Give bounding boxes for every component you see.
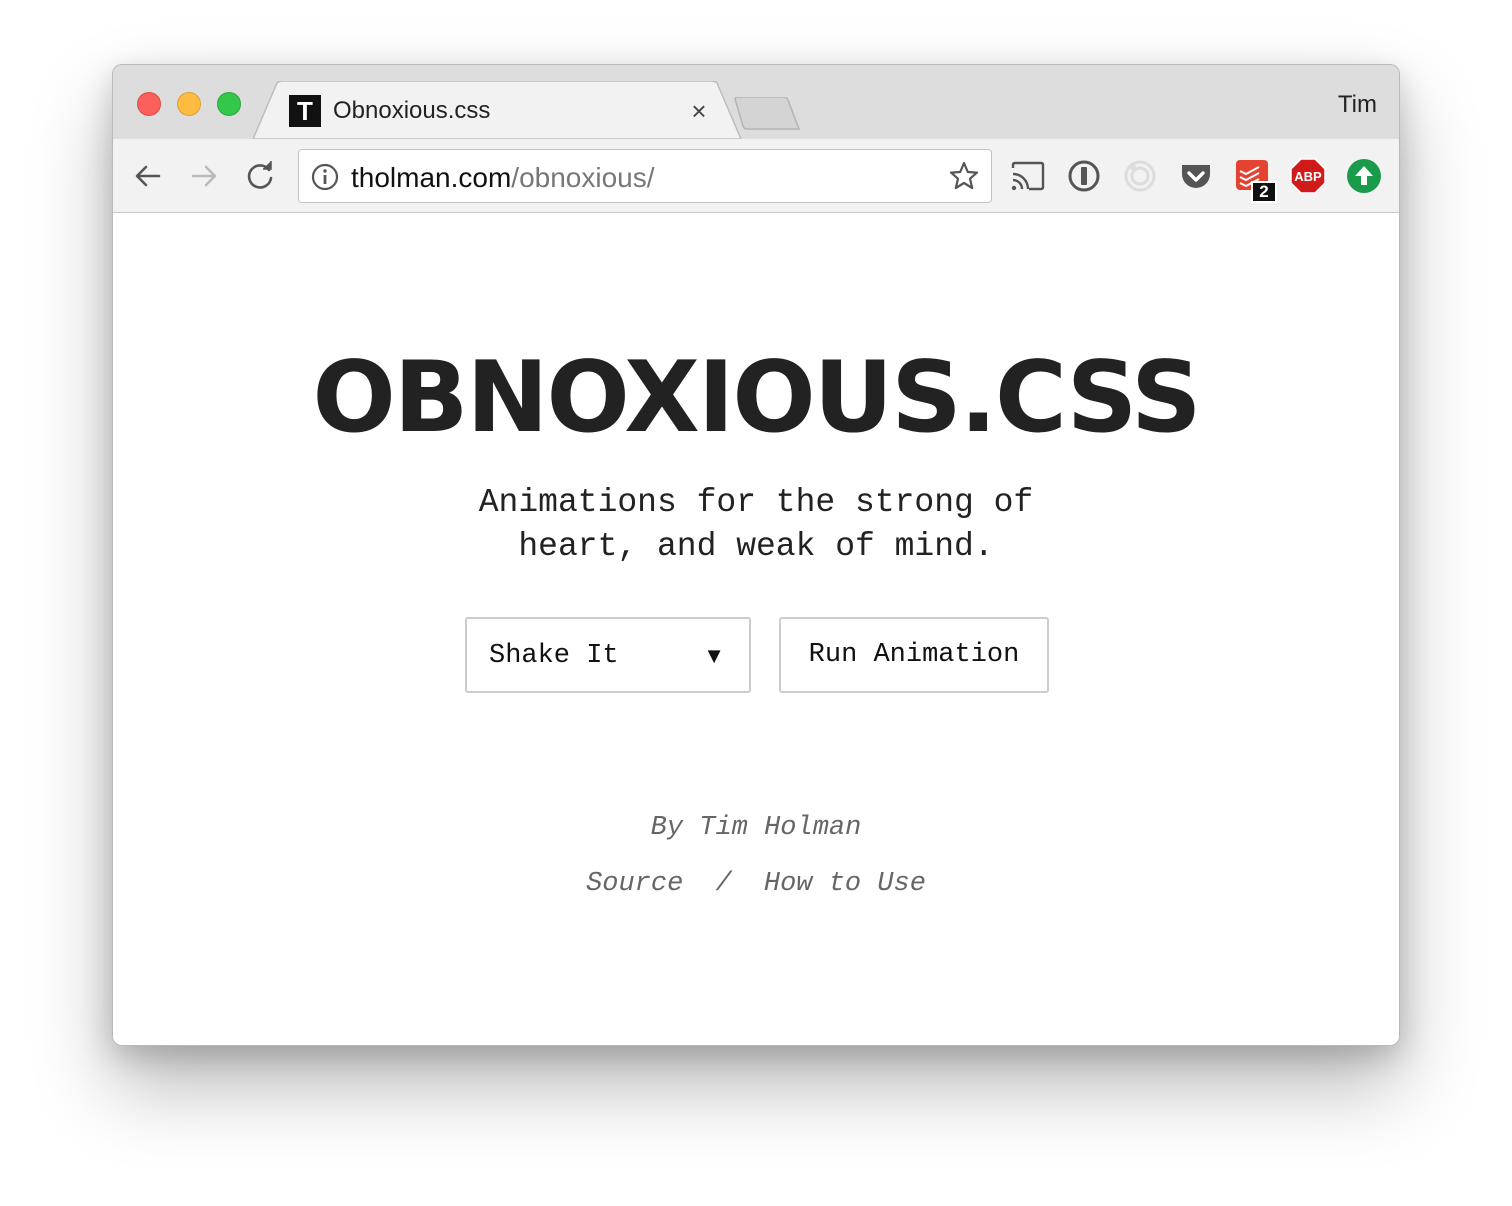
1password-icon[interactable]	[1065, 157, 1103, 195]
browser-window: T Obnoxious.css × Tim tholman.com/obnoxi…	[112, 64, 1400, 1046]
footer-links: Source / How to Use	[113, 869, 1399, 899]
tab-strip: T Obnoxious.css × Tim	[113, 65, 1399, 141]
reload-icon[interactable]	[243, 159, 277, 193]
tab-close-icon[interactable]: ×	[685, 97, 713, 125]
tab-title[interactable]: Obnoxious.css	[333, 97, 490, 125]
info-icon[interactable]	[311, 163, 339, 191]
todoist-badge: 2	[1251, 181, 1277, 203]
abp-label: ABP	[1294, 169, 1322, 184]
window-close-button[interactable]	[137, 92, 161, 116]
active-tab[interactable]	[253, 81, 743, 141]
tagline-line-2: heart, and weak of mind.	[518, 528, 994, 565]
new-tab-button[interactable]	[733, 97, 803, 131]
cast-icon[interactable]	[1009, 157, 1047, 195]
address-bar[interactable]: tholman.com/obnoxious/	[298, 149, 992, 203]
tab-favicon: T	[289, 95, 321, 127]
page-title: OBNOXIOUS.CSS	[312, 341, 1201, 455]
browser-toolbar: tholman.com/obnoxious/ 2 ABP	[113, 139, 1399, 213]
forward-icon[interactable]	[187, 159, 221, 193]
adblock-plus-icon[interactable]: ABP	[1289, 157, 1327, 195]
source-link[interactable]: Source	[586, 869, 683, 899]
url-text[interactable]: tholman.com/obnoxious/	[351, 162, 655, 194]
tagline-line-1: Animations for the strong of	[478, 484, 1034, 521]
tagline: Animations for the strong of heart, and …	[113, 481, 1399, 569]
profile-name[interactable]: Tim	[1338, 91, 1377, 119]
page-content: OBNOXIOUS.CSS Animations for the strong …	[113, 213, 1399, 1045]
animation-select[interactable]: Shake It ▼	[465, 617, 751, 693]
upload-icon[interactable]	[1345, 157, 1383, 195]
window-maximize-button[interactable]	[217, 92, 241, 116]
animation-select-value: Shake It	[489, 641, 619, 671]
url-path: /obnoxious/	[511, 162, 655, 193]
url-domain: tholman.com	[351, 162, 512, 193]
how-to-use-link[interactable]: How to Use	[764, 869, 926, 899]
back-icon[interactable]	[131, 159, 165, 193]
pocket-icon[interactable]	[1177, 157, 1215, 195]
chevron-down-icon: ▼	[703, 643, 725, 668]
bookmark-star-icon[interactable]	[949, 161, 979, 191]
run-animation-button[interactable]: Run Animation	[779, 617, 1049, 693]
disabled-extension-icon[interactable]	[1121, 157, 1159, 195]
link-separator: /	[715, 869, 732, 899]
window-minimize-button[interactable]	[177, 92, 201, 116]
author-byline: By Tim Holman	[650, 813, 862, 843]
